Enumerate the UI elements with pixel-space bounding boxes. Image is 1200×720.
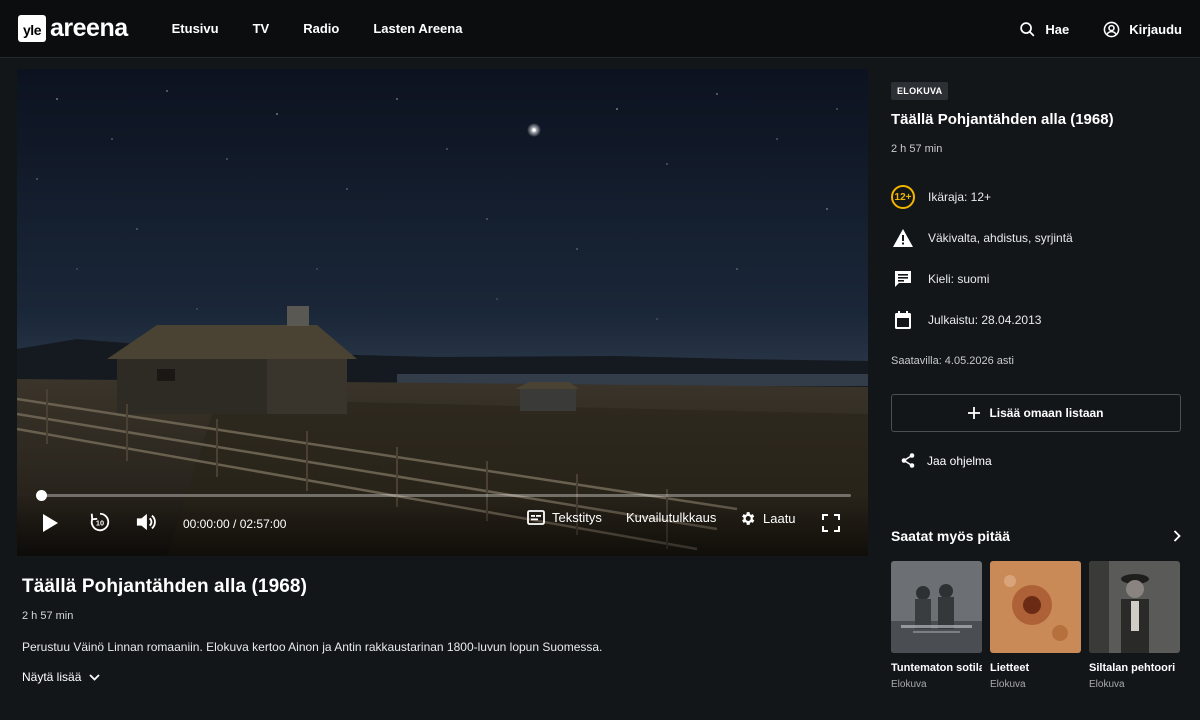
rewind-10-icon: 10 <box>90 512 110 532</box>
login-button[interactable]: Kirjaudu <box>1103 21 1182 38</box>
chevron-right-icon[interactable] <box>1173 530 1181 542</box>
plus-icon <box>968 407 981 419</box>
main-nav: Etusivu TV Radio Lasten Areena <box>172 21 497 36</box>
quality-label: Laatu <box>763 511 796 526</box>
show-more-label: Näytä lisää <box>22 670 82 684</box>
chevron-down-icon <box>89 673 101 681</box>
language-row: Kieli: suomi <box>891 267 989 291</box>
program-title: Täällä Pohjantähden alla (1968) <box>22 576 308 597</box>
search-icon <box>1020 21 1035 36</box>
age-rating-text: Ikäraja: 12+ <box>928 190 992 204</box>
sidebar-duration: 2 h 57 min <box>891 143 943 155</box>
add-to-list-label: Lisää omaan listaan <box>989 406 1104 420</box>
nav-etusivu[interactable]: Etusivu <box>172 21 219 36</box>
play-icon <box>43 514 58 532</box>
progress-bar[interactable] <box>36 490 851 501</box>
yle-areena-logo[interactable]: yle areena <box>18 15 128 42</box>
age-rating-badge: 12+ <box>891 185 915 209</box>
add-to-list-button[interactable]: Lisää omaan listaan <box>891 394 1181 432</box>
calendar-icon <box>891 308 915 332</box>
subtitles-icon <box>527 510 545 525</box>
recommendations-header: Saatat myös pitää <box>891 528 1181 544</box>
content-warnings-row: Väkivalta, ahdistus, syrjintä <box>891 226 1073 250</box>
audio-description-button[interactable]: Kuvailutulkkaus <box>626 510 716 525</box>
category-badge: ELOKUVA <box>891 82 949 100</box>
warning-icon <box>891 226 915 250</box>
login-label: Kirjaudu <box>1129 21 1182 37</box>
recommendation-type: Elokuva <box>990 679 1026 690</box>
search-label: Hae <box>1045 21 1070 37</box>
recommendation-thumbnail <box>1089 561 1180 653</box>
recommendation-card[interactable]: Tuntematon sotilas Elokuva <box>891 561 982 691</box>
video-frame-night-landscape <box>17 69 868 556</box>
user-icon <box>1103 21 1120 37</box>
audio-description-label: Kuvailutulkkaus <box>626 510 717 525</box>
speech-bubble-icon <box>891 267 915 291</box>
fullscreen-icon <box>822 514 840 532</box>
age-rating-icon: 12+ <box>891 185 915 209</box>
recommendation-thumbnail <box>990 561 1081 653</box>
age-rating-row: 12+ Ikäraja: 12+ <box>891 185 991 209</box>
play-button[interactable] <box>41 513 59 533</box>
volume-icon <box>136 513 156 531</box>
recommendation-thumbnail <box>891 561 982 653</box>
video-player[interactable]: 10 00:00:00 / 02:57:00 Tekstitys Kuvailu… <box>17 69 868 556</box>
subtitles-label: Tekstitys <box>552 510 602 525</box>
search-button[interactable]: Hae <box>1019 21 1069 38</box>
program-description: Perustuu Väinö Linnan romaaniin. Elokuva… <box>22 640 603 654</box>
show-more-button[interactable]: Näytä lisää <box>22 670 868 684</box>
program-details: Täällä Pohjantähden alla (1968) 2 h 57 m… <box>22 576 868 684</box>
share-icon <box>901 453 915 468</box>
language-text: Kieli: suomi <box>928 272 990 286</box>
program-duration: 2 h 57 min <box>22 610 74 622</box>
share-label: Jaa ohjelma <box>927 453 992 468</box>
quality-button[interactable]: Laatu <box>739 510 796 527</box>
nav-tv[interactable]: TV <box>253 21 270 36</box>
nav-radio[interactable]: Radio <box>303 21 339 36</box>
info-sidebar: ELOKUVA Täällä Pohjantähden alla (1968) … <box>891 81 1181 690</box>
gear-icon <box>742 512 755 525</box>
yle-logo-box: yle <box>18 15 46 42</box>
recommendations-title: Saatat myös pitää <box>891 528 1011 544</box>
recommendation-name: Tuntematon sotilas <box>891 662 982 674</box>
content-warnings-text: Väkivalta, ahdistus, syrjintä <box>928 231 1073 245</box>
published-row: Julkaistu: 28.04.2013 <box>891 308 1041 332</box>
recommendation-name: Siltalan pehtoori <box>1089 662 1176 674</box>
player-controls: 10 00:00:00 / 02:57:00 Tekstitys Kuvailu… <box>17 490 868 556</box>
subtitles-button[interactable]: Tekstitys <box>527 510 602 525</box>
top-navigation-bar: yle areena Etusivu TV Radio Lasten Areen… <box>0 0 1200 58</box>
fullscreen-button[interactable] <box>822 514 840 532</box>
volume-button[interactable] <box>135 512 157 532</box>
header-actions: Hae Kirjaudu <box>985 0 1182 58</box>
rewind-10-button[interactable]: 10 <box>89 511 111 533</box>
recommendation-card[interactable]: Lietteet Elokuva <box>990 561 1081 691</box>
recommendation-name: Lietteet <box>990 662 1030 674</box>
nav-lasten-areena[interactable]: Lasten Areena <box>373 21 462 36</box>
areena-logo-text: areena <box>50 14 128 42</box>
recommendation-type: Elokuva <box>1089 679 1125 690</box>
sidebar-title: Täällä Pohjantähden alla (1968) <box>891 111 1114 128</box>
time-display: 00:00:00 / 02:57:00 <box>183 517 287 531</box>
progress-knob[interactable] <box>36 490 47 501</box>
recommendations-list: Tuntematon sotilas Elokuva Lietteet Elok… <box>891 561 1200 691</box>
share-button[interactable]: Jaa ohjelma <box>901 453 992 468</box>
availability-text: Saatavilla: 4.05.2026 asti <box>891 355 1014 367</box>
svg-text:10: 10 <box>96 519 104 528</box>
recommendation-card[interactable]: Siltalan pehtoori Elokuva <box>1089 561 1180 691</box>
recommendation-type: Elokuva <box>891 679 927 690</box>
published-text: Julkaistu: 28.04.2013 <box>928 313 1042 327</box>
